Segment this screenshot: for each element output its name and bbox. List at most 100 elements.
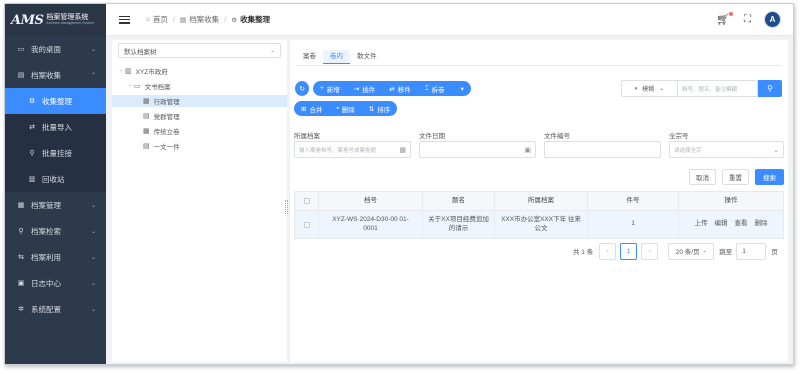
sidebar-item-settings[interactable]: ✲ 系统配置 ⌄: [5, 296, 106, 322]
sort-icon: ⇅: [368, 105, 375, 113]
add-button[interactable]: + 新增: [313, 84, 347, 94]
logo-subtitle: Archives Management System: [46, 21, 94, 26]
tree-node-traditional[interactable]: ▦ 传统立卷: [112, 125, 287, 137]
sidebar-item-label: 档案收集: [31, 70, 61, 80]
filter-date-label: 文件日期: [419, 133, 445, 140]
cart-icon[interactable]: 🛒︎: [716, 12, 733, 26]
tree-selector[interactable]: 默认档案树 ⌄: [118, 43, 281, 58]
trash-icon: ▪: [336, 105, 339, 112]
caret-down-icon: ▾: [634, 85, 638, 92]
merge-button[interactable]: ⊞ 合并: [294, 104, 329, 114]
cell-title: 关于XX项目经费追加 的请示: [423, 211, 495, 238]
panel-splitter[interactable]: [285, 200, 288, 214]
tree-node-party[interactable]: ▤ 党群管理: [112, 110, 287, 122]
fonds-select[interactable]: 请选择全宗 ⌄: [669, 141, 784, 158]
sidebar-item-desktop[interactable]: ▭ 我的桌面 ⌄: [5, 36, 106, 62]
prev-page-button[interactable]: ‹: [599, 242, 617, 260]
search-button[interactable]: ⚲: [758, 80, 782, 97]
sidebar-item-manage[interactable]: ▦ 档案管理 ⌄: [5, 192, 106, 218]
page-number[interactable]: 1: [620, 242, 638, 260]
sidebar-item-label: 我的桌面: [31, 44, 61, 54]
sidebar-item-utilize[interactable]: ⇆ 档案利用 ⌄: [5, 244, 106, 270]
grid-icon[interactable]: ▦: [399, 146, 406, 154]
menu-toggle-icon[interactable]: [119, 15, 130, 24]
tab-volumes[interactable]: 案卷: [296, 50, 323, 64]
move-button[interactable]: ⇄ 移件: [382, 84, 417, 94]
edit-link[interactable]: 编辑: [715, 220, 728, 229]
filter-archive-label: 所属档案: [294, 133, 320, 140]
refresh-button[interactable]: ↻: [295, 81, 309, 96]
tab-loose-files[interactable]: 散文件: [350, 50, 384, 64]
sidebar-item-recycle[interactable]: ▥ 回收站: [5, 166, 106, 192]
sidebar-item-retrieval[interactable]: ⚲ 档案检索 ⌄: [5, 218, 106, 244]
search-icon: ⚲: [767, 84, 773, 93]
row-checkbox[interactable]: [303, 221, 310, 228]
tab-in-volume[interactable]: 卷内: [323, 50, 350, 64]
toolbar-group-primary: + 新增 ⇥ 插件 ⇄ 移件 ⌶ 拆卷 ▾: [313, 81, 471, 96]
page-unit: 页: [771, 249, 778, 256]
search-icon: ⚲: [18, 228, 24, 235]
sidebar: AMS 档案管理系统 Archives Management System ▭ …: [5, 4, 106, 364]
chevron-down-icon: ⌄: [269, 48, 275, 54]
share-icon: ⇆: [18, 254, 24, 261]
link-icon: ⚲: [29, 150, 35, 157]
sidebar-item-organize[interactable]: ⚙ 收集整理: [5, 88, 106, 114]
insert-button[interactable]: ⇥ 插件: [347, 84, 382, 94]
archive-icon: ▤: [180, 16, 187, 24]
view-link[interactable]: 查看: [735, 220, 748, 229]
breadcrumb: ⌂ 首页 / ▤ 档案收集 / ⚙ 收集整理: [146, 14, 271, 25]
document-icon: ▤: [143, 143, 150, 150]
avatar[interactable]: A: [764, 11, 781, 28]
goto-page-input[interactable]: 1: [736, 242, 767, 260]
sidebar-item-batch-import[interactable]: ⇄ 批量导入: [5, 114, 106, 140]
cell-item-no: 1: [588, 211, 679, 238]
delete-link[interactable]: 删除: [755, 220, 768, 229]
table-row[interactable]: XYZ-WS·2024-D30-00 01-0001 关于XX项目经费追加 的请…: [295, 211, 783, 238]
sidebar-item-logs[interactable]: ▣ 日志中心 ⌄: [5, 270, 106, 296]
total-count: 共 1 条: [573, 249, 594, 256]
quick-search: ▾ 模糊 ⌄ 档号、题名、备注模糊: [621, 80, 758, 97]
search-mode-select[interactable]: ▾ 模糊 ⌄: [622, 81, 678, 96]
collapse-icon[interactable]: −: [117, 68, 125, 74]
home-icon: ⌂: [146, 16, 150, 23]
sort-button[interactable]: ⇅ 排序: [362, 104, 397, 114]
chevron-down-icon: ⌄: [90, 280, 96, 287]
sidebar-item-batch-link[interactable]: ⚲ 批量挂接: [5, 140, 106, 166]
sidebar-item-label: 日志中心: [31, 278, 61, 288]
more-dropdown-button[interactable]: ▾: [452, 85, 471, 93]
chevron-up-icon: ⌃: [90, 72, 96, 79]
delete-button[interactable]: ▪ 删除: [329, 104, 361, 114]
sidebar-item-label: 档案检索: [31, 226, 61, 236]
select-all-checkbox[interactable]: [303, 198, 310, 204]
fullscreen-icon[interactable]: ⛶: [744, 14, 751, 25]
col-ops: 操作: [724, 196, 738, 204]
split-icon: ⌶: [424, 84, 429, 92]
number-field[interactable]: [544, 141, 661, 158]
breadcrumb-collect[interactable]: 档案收集: [189, 14, 219, 25]
split-button[interactable]: ⌶ 拆卷: [418, 84, 452, 94]
table-header: 档号 题名 所属档案 件号 操作: [295, 192, 783, 211]
archive-field[interactable]: 输入案卷档号、案卷号或案卷题 ▦: [294, 141, 411, 158]
folder-icon: ▭: [134, 83, 141, 90]
page-size-select[interactable]: 20 条/页 ⌄: [668, 242, 715, 260]
search-input[interactable]: 档号、题名、备注模糊: [678, 85, 737, 93]
logo-mark: AMS: [11, 12, 44, 28]
next-page-button[interactable]: ›: [641, 242, 659, 260]
tree-node-docs[interactable]: − ▭ 文书档案: [112, 80, 287, 92]
reset-button[interactable]: 重置: [722, 169, 749, 185]
tree-node-single[interactable]: ▤ 一文一件: [112, 140, 287, 152]
tree-node-admin[interactable]: ▦ 行政管理: [112, 95, 287, 107]
col-archive: 所属档案: [495, 192, 588, 210]
collapse-icon[interactable]: −: [126, 83, 134, 89]
tree-node-root[interactable]: − ▥ XYZ市政府: [112, 65, 287, 77]
plus-icon: +: [320, 85, 324, 92]
sidebar-item-label: 批量挂接: [42, 148, 72, 158]
calendar-icon[interactable]: ▣: [524, 146, 531, 154]
date-field[interactable]: ▣: [419, 141, 536, 158]
filter-search-button[interactable]: 搜索: [755, 169, 784, 185]
breadcrumb-home[interactable]: 首页: [153, 14, 168, 25]
sidebar-item-collect[interactable]: ▤ 档案收集 ⌃: [5, 62, 106, 88]
cancel-button[interactable]: 取消: [689, 169, 716, 185]
upload-link[interactable]: 上传: [695, 220, 708, 229]
chevron-down-icon: ⌄: [90, 254, 96, 261]
